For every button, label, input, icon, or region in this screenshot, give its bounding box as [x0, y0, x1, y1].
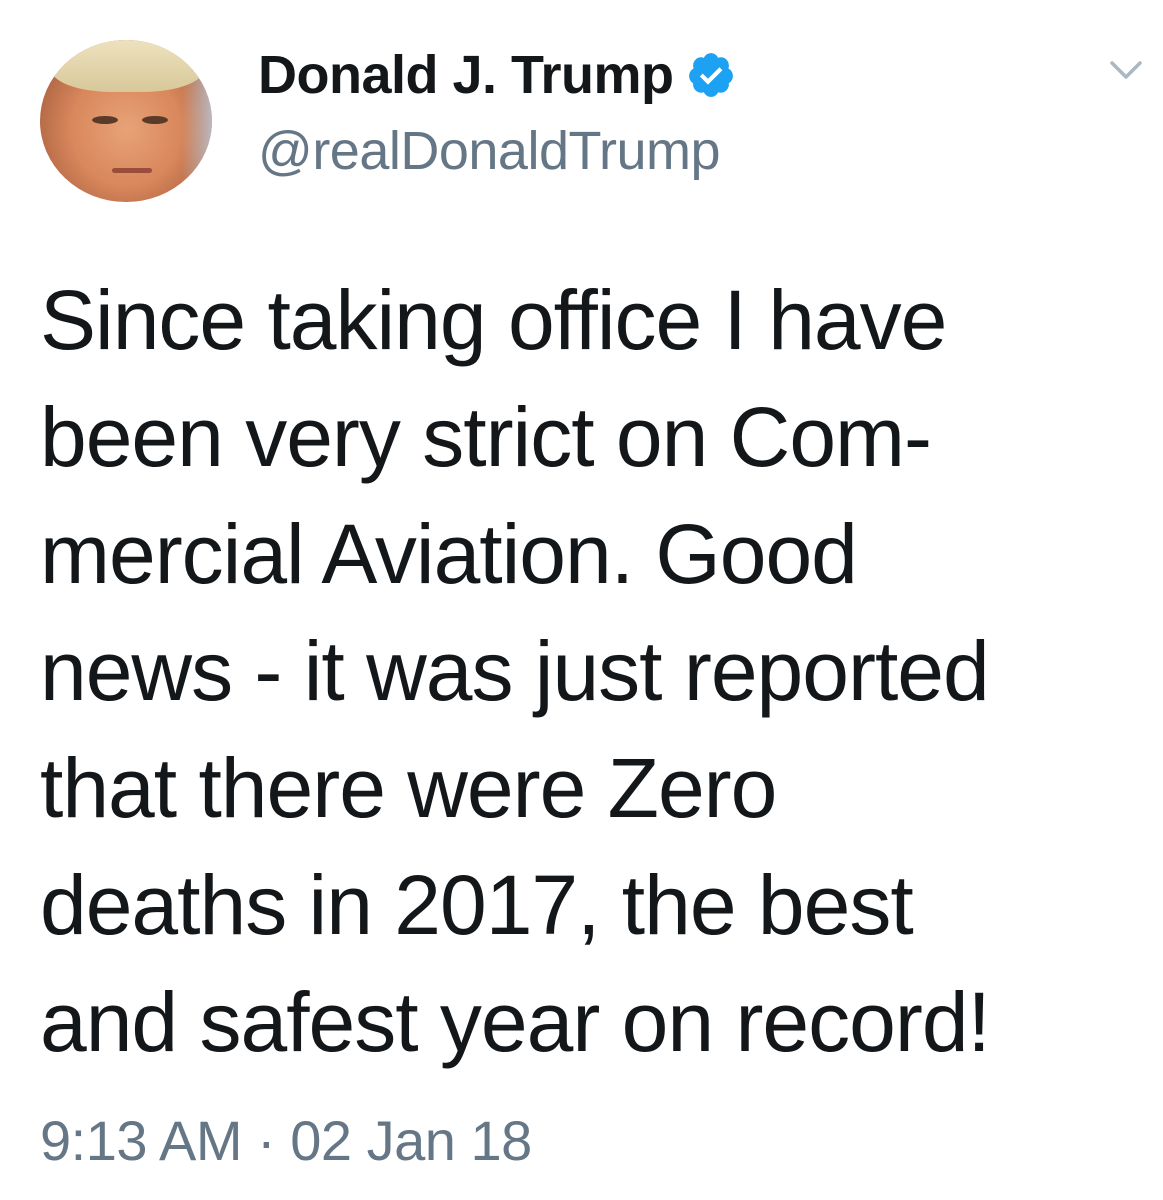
tweet-text-line: mercial Aviation. Good — [40, 507, 858, 601]
author-avatar[interactable] — [40, 40, 212, 202]
tweet-text-line: and safest year on record! — [40, 975, 991, 1069]
tweet-text-line: Since taking office I have — [40, 273, 947, 367]
avatar-eye-right — [142, 116, 168, 124]
tweet-time: 9:13 AM — [40, 1109, 242, 1172]
avatar-mouth — [112, 168, 152, 173]
tweet-text-line: news - it was just reported — [40, 624, 990, 718]
verified-badge-icon — [688, 53, 733, 97]
timestamp-separator: · — [257, 1109, 276, 1172]
avatar-eye-left — [92, 116, 118, 124]
tweet-text-line: deaths in 2017, the best — [40, 858, 914, 952]
author-name-row[interactable]: Donald J. Trump — [258, 40, 736, 110]
tweet-timestamp[interactable]: 9:13 AM · 02 Jan 18 — [40, 1108, 532, 1173]
tweet-text-line: that there were Zero — [40, 741, 777, 835]
author-handle[interactable]: @realDonaldTrump — [258, 120, 721, 182]
tweet-text: Since taking office I have been very str… — [40, 262, 1140, 1081]
chevron-down-icon[interactable] — [1108, 58, 1144, 82]
author-display-name[interactable]: Donald J. Trump — [258, 44, 674, 106]
avatar-hair — [50, 40, 205, 92]
tweet-text-line: been very strict on Com- — [40, 390, 932, 484]
tweet-date: 02 Jan 18 — [290, 1109, 532, 1172]
tweet-card: Donald J. Trump @realDonaldTrump Since t… — [0, 0, 1163, 1200]
